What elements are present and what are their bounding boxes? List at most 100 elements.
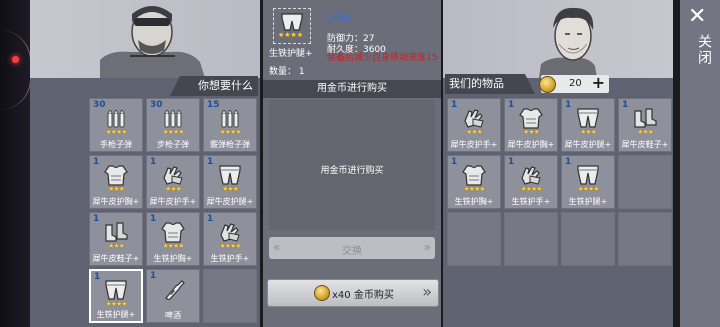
leg-armor-icon xyxy=(217,164,243,186)
item-slot[interactable]: 1 ★★★ 犀牛皮护手+ xyxy=(146,155,200,209)
our-items-header: 我们的物品 xyxy=(445,74,535,94)
item-name: 步枪子弹 xyxy=(157,140,189,149)
gold-display: 20 + xyxy=(539,73,609,93)
item-slot[interactable]: 1 ★★★ 犀牛皮鞋子+ xyxy=(618,98,672,152)
item-slot[interactable]: 1 ★★★ 犀牛皮护胸+ xyxy=(89,155,143,209)
item-slot[interactable]: 1 ★★★★ 生铁护手+ xyxy=(504,155,558,209)
glove-icon xyxy=(217,221,243,243)
item-count: 1 xyxy=(150,271,157,281)
trade-detail-panel: ★★★★ 生铁护腿+ 数量： 1 [装备] 防御力：27 耐久度：3600 装备… xyxy=(263,0,441,327)
item-name: 生铁护胸+ xyxy=(153,254,193,263)
item-count: 1 xyxy=(207,157,214,167)
item-count: 1 xyxy=(508,100,515,110)
item-name: 犀牛皮护胸+ xyxy=(507,140,555,149)
player-face-icon xyxy=(539,7,597,78)
selected-item-name: 生铁护腿+ xyxy=(269,49,313,59)
ammo-icon xyxy=(217,107,243,129)
coin-icon xyxy=(539,76,556,93)
glove-icon xyxy=(518,164,544,186)
item-slot[interactable]: 1 ★★★★ 生铁护胸+ xyxy=(146,212,200,266)
selected-item-quantity: 数量： 1 xyxy=(269,67,305,77)
item-name: 犀牛皮护手+ xyxy=(450,140,498,149)
buy-body-label: 用金币进行购买 xyxy=(320,166,384,176)
buy-with-gold-header-label: 用金币进行购买 xyxy=(317,83,387,94)
coin-icon xyxy=(314,285,330,301)
item-stars: ★★★ xyxy=(108,242,125,250)
item-name: 手枪子弹 xyxy=(100,140,132,149)
item-stars: ★★★ xyxy=(108,185,125,193)
exchange-label: 交换 xyxy=(342,246,362,257)
buy-body-area: 用金币进行购买 xyxy=(269,100,435,230)
item-stars: ★★★ xyxy=(222,185,239,193)
empty-item-slot xyxy=(561,212,615,266)
double-chevron-icon: » xyxy=(422,282,432,301)
item-slot[interactable]: 1 ★★★ 犀牛皮鞋子+ xyxy=(89,212,143,266)
wanted-header-label: 你想要什么 xyxy=(198,79,253,92)
item-name: 犀牛皮护胸+ xyxy=(92,197,140,206)
close-sidebar: ✕ 关闭 xyxy=(680,0,720,327)
our-items-panel: 我们的物品 20 + 1 ★★★ 犀牛皮护手+ 1 ★★★ 犀牛皮护胸+ 1 ★★★ 犀牛皮护腿… xyxy=(443,0,673,327)
wanted-header: 你想要什么 xyxy=(170,76,258,96)
item-stars: ★★★★ xyxy=(105,128,127,136)
our-items-header-label: 我们的物品 xyxy=(449,77,504,90)
item-count: 1 xyxy=(451,157,458,167)
ammo-icon xyxy=(160,107,186,129)
close-label[interactable]: 关闭 xyxy=(694,34,714,66)
item-name: 生铁护手+ xyxy=(511,197,551,206)
leg-armor-icon xyxy=(103,279,129,301)
speed-warning: 装备后减少自身移动速度15 xyxy=(327,53,438,63)
item-slot[interactable]: 30 ★★★★ 手枪子弹 xyxy=(89,98,143,152)
item-stars: ★★★★ xyxy=(577,185,599,193)
empty-item-slot xyxy=(618,212,672,266)
notification-dot xyxy=(12,56,19,63)
item-count: 1 xyxy=(94,272,101,282)
item-slot[interactable]: 1 ★★★ 犀牛皮护腿+ xyxy=(561,98,615,152)
chest-armor-icon xyxy=(461,164,487,186)
item-slot[interactable]: 1 ★★★★ 生铁护手+ xyxy=(203,212,257,266)
item-stars: ★★★ xyxy=(637,128,654,136)
leg-armor-icon xyxy=(281,13,303,31)
item-name: 生铁护腿+ xyxy=(568,197,608,206)
item-slot[interactable]: 15 ★★★★ 霰弹枪子弹 xyxy=(203,98,257,152)
chevron-right-icon: » xyxy=(423,240,431,254)
item-slot[interactable]: 1 ★★★ 犀牛皮护胸+ xyxy=(504,98,558,152)
item-slot[interactable]: 30 ★★★★ 步枪子弹 xyxy=(146,98,200,152)
item-slot[interactable]: 1 ★★★ 犀牛皮护手+ xyxy=(447,98,501,152)
exchange-button[interactable]: « 交换 » xyxy=(269,237,435,259)
item-slot[interactable]: 1 啤酒 xyxy=(146,269,200,323)
item-stars: ★★★★ xyxy=(219,242,241,250)
item-count: 1 xyxy=(93,157,100,167)
item-name: 犀牛皮鞋子+ xyxy=(92,254,140,263)
screen-edge xyxy=(0,0,31,327)
item-stars: ★★★★ xyxy=(463,185,485,193)
selected-item-stars: ★★★★ xyxy=(278,31,304,39)
edge-streak xyxy=(0,30,31,110)
item-count: 1 xyxy=(508,157,515,167)
item-name: 犀牛皮护手+ xyxy=(149,197,197,206)
item-name: 啤酒 xyxy=(165,311,181,320)
item-name: 生铁护腿+ xyxy=(96,310,136,319)
item-slot[interactable]: 1 ★★★★ 生铁护腿+ xyxy=(561,155,615,209)
buy-with-gold-header: 用金币进行购买 xyxy=(263,80,441,98)
buy-with-gold-button[interactable]: x40 金币购买 » xyxy=(267,279,439,307)
item-stars: ★★★★ xyxy=(162,128,184,136)
selected-item-slot[interactable]: ★★★★ xyxy=(273,8,311,44)
close-icon[interactable]: ✕ xyxy=(688,6,706,28)
empty-item-slot xyxy=(203,269,257,323)
item-tag: [装备] xyxy=(327,13,353,23)
item-stars: ★★★ xyxy=(580,128,597,136)
boots-icon xyxy=(632,107,658,129)
item-count: 1 xyxy=(565,100,572,110)
item-slot[interactable]: 1 ★★★ 犀牛皮护腿+ xyxy=(203,155,257,209)
add-gold-button[interactable]: + xyxy=(592,73,605,92)
item-slot[interactable]: 1 ★★★★ 生铁护腿+ xyxy=(89,269,143,323)
chest-armor-icon xyxy=(160,221,186,243)
item-slot[interactable]: 1 ★★★★ 生铁护胸+ xyxy=(447,155,501,209)
item-name: 犀牛皮鞋子+ xyxy=(621,140,669,149)
item-stars: ★★★★ xyxy=(105,300,127,308)
item-name: 霰弹枪子弹 xyxy=(210,140,250,149)
gold-amount: 20 xyxy=(569,78,582,89)
item-count: 1 xyxy=(565,157,572,167)
item-stars: ★★★ xyxy=(523,128,540,136)
boots-icon xyxy=(103,221,129,243)
